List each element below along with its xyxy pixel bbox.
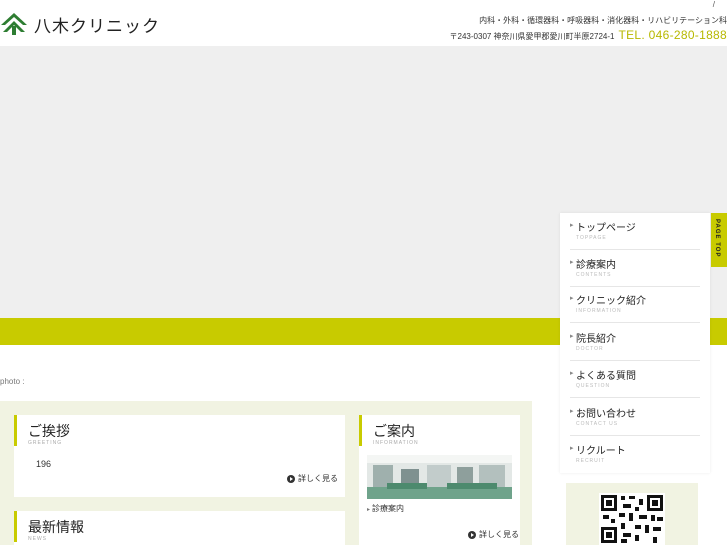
nav-item-top[interactable]: ▸ トップページ TOPPAGE [570,213,700,250]
specialties-text: 内科・外科・循環器科・呼吸器科・消化器科・リハビリテーション科 [479,16,727,25]
clinic-interior-photo[interactable] [367,455,512,499]
information-card: ご案内 INFORMATION ▸ 診療案内 詳しく見る [359,415,520,545]
nav-item-contact[interactable]: ▸ お問い合わせ CONTACT US [570,399,700,436]
nav-item-doctor[interactable]: ▸ 院長紹介 DOCTOR [570,324,700,361]
logo[interactable]: 八木クリニック [0,11,160,37]
arrow-circle-icon [468,530,476,539]
news-title: 最新情報 [28,519,84,535]
news-card: 最新情報 NEWS [14,511,345,545]
news-heading: 最新情報 NEWS [14,511,84,542]
site-header: 八木クリニック / 内科・外科・循環器科・呼吸器科・消化器科・リハビリテーション… [0,0,727,46]
nav-item-label: お問い合わせ [576,409,636,420]
qr-code-icon [599,493,665,545]
page-top-label: PAGE TOP [714,219,720,258]
information-title: ご案内 [373,423,415,439]
triangle-right-icon: ▸ [367,507,371,513]
nav-item-label: よくある質問 [576,371,636,382]
greeting-body: 196 [36,459,52,469]
chevron-right-icon: ▸ [570,221,574,229]
information-link-label: 診療案内 [372,504,405,513]
nav-item-question[interactable]: ▸ よくある質問 QUESTION [570,361,700,398]
greeting-title: ご挨拶 [28,423,70,439]
nav-item-label: クリニック紹介 [576,296,646,307]
nav-item-sublabel: INFORMATION [576,308,622,314]
nav-item-label: トップページ [576,223,636,234]
nav-item-sublabel: QUESTION [576,383,611,389]
logo-mark-icon [1,13,27,35]
nav-item-label: 診療案内 [576,260,616,271]
address-text: 〒243-0307 神奈川県愛甲郡愛川町半原2724-1 [449,32,615,41]
greeting-title-en: GREETING [28,440,63,446]
nav-item-label: リクルート [576,446,626,457]
greeting-more-label: 詳しく見る [298,474,338,483]
qr-code-box [566,483,698,545]
news-title-en: NEWS [28,536,47,542]
chevron-right-icon: ▸ [570,444,574,452]
side-navigation: ▸ トップページ TOPPAGE ▸ 診療案内 CONTENTS ▸ クリニック… [560,213,710,473]
clinic-interior-image [367,455,512,499]
photo-caption: photo : [0,377,25,386]
logo-text: 八木クリニック [34,16,160,37]
nav-item-sublabel: RECRUIT [576,458,606,464]
nav-item-information[interactable]: ▸ クリニック紹介 INFORMATION [570,286,700,323]
greeting-heading: ご挨拶 GREETING [14,415,70,446]
nav-item-sublabel: CONTENTS [576,272,612,278]
information-more-link[interactable]: 詳しく見る [468,529,519,540]
header-slash: / [712,0,715,9]
chevron-right-icon: ▸ [570,332,574,340]
greeting-more-link[interactable]: 詳しく見る [287,473,338,484]
chevron-right-icon: ▸ [570,294,574,302]
information-link[interactable]: ▸ 診療案内 [367,503,404,514]
nav-item-contents[interactable]: ▸ 診療案内 CONTENTS [570,250,700,287]
qr-code [599,493,665,545]
greeting-card: ご挨拶 GREETING 196 詳しく見る [14,415,345,497]
information-heading: ご案内 INFORMATION [359,415,419,446]
chevron-right-icon: ▸ [570,407,574,415]
nav-item-sublabel: CONTACT US [576,421,619,427]
chevron-right-icon: ▸ [570,369,574,377]
information-more-label: 詳しく見る [479,530,519,539]
page-top-button[interactable]: PAGE TOP [711,213,727,267]
chevron-right-icon: ▸ [570,258,574,266]
nav-item-sublabel: TOPPAGE [576,235,607,241]
contact-line: 〒243-0307 神奈川県愛甲郡愛川町半原2724-1 TEL. 046-28… [450,28,727,42]
nav-item-label: 院長紹介 [576,334,616,345]
nav-item-recruit[interactable]: ▸ リクルート RECRUIT [570,436,700,473]
arrow-circle-icon [287,474,295,483]
phone-number[interactable]: TEL. 046-280-1888 [618,28,727,42]
information-title-en: INFORMATION [373,440,419,446]
nav-item-sublabel: DOCTOR [576,346,604,352]
